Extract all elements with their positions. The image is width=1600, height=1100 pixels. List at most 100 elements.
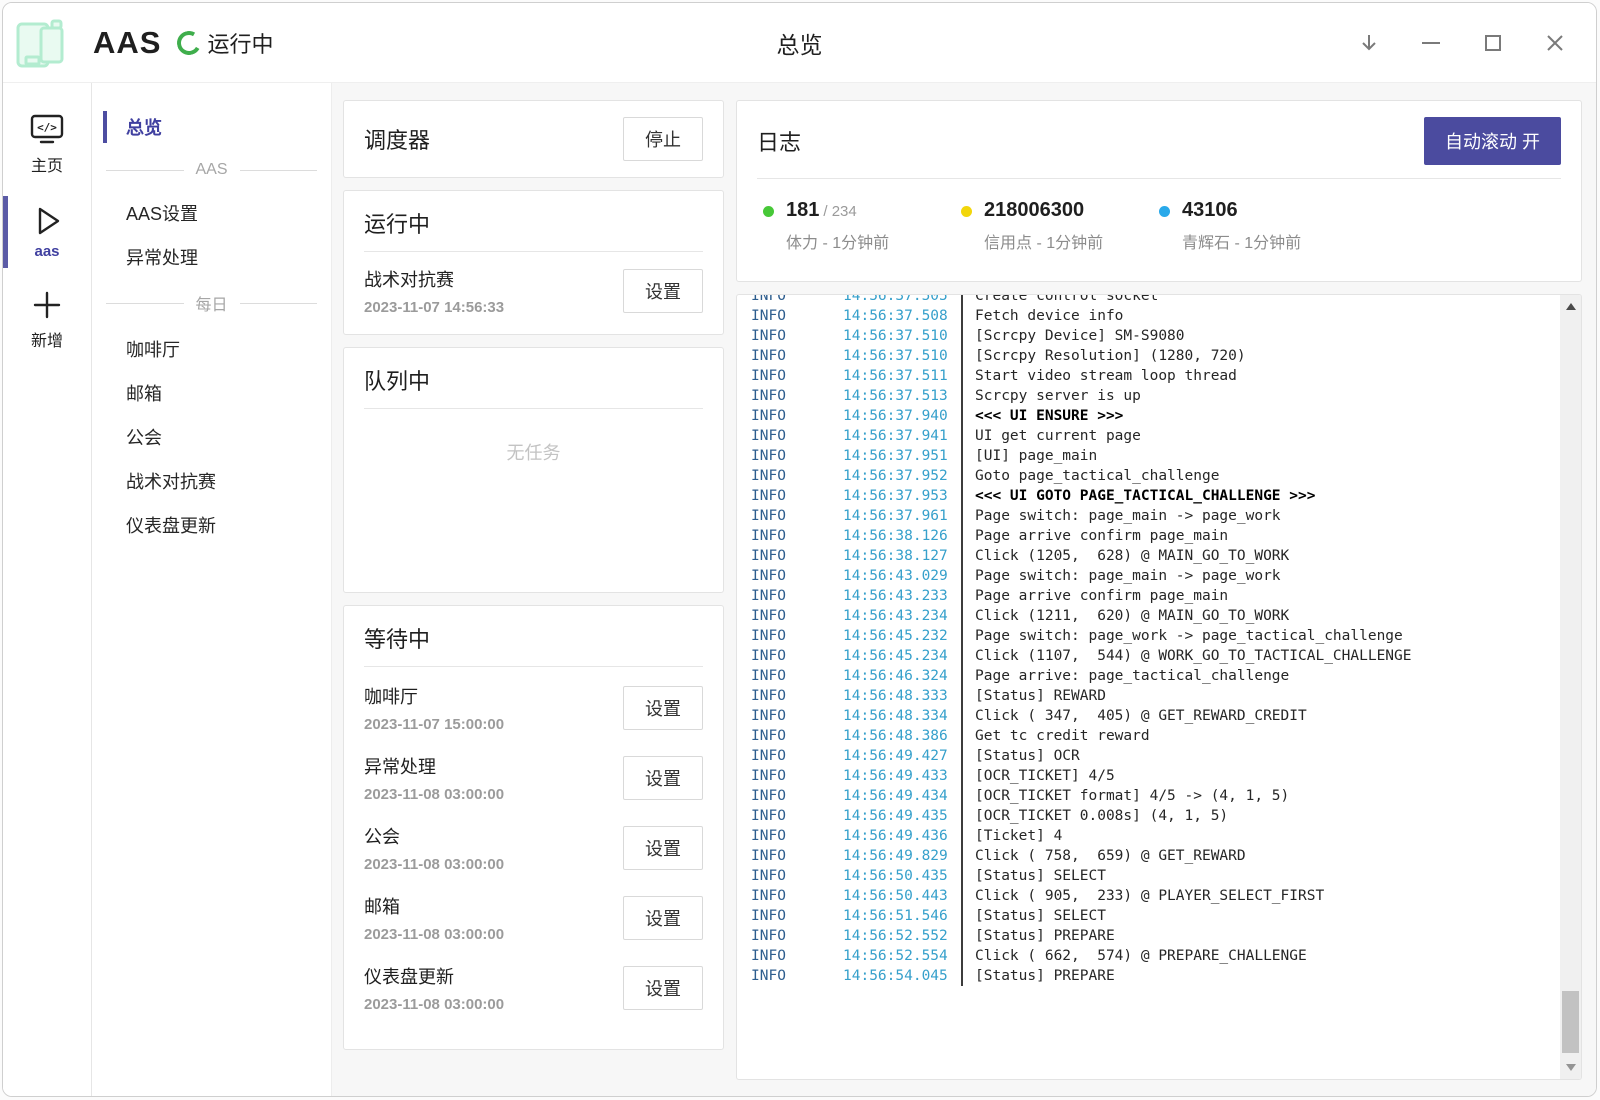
log-line: INFO 14:56:37.510 [Scrcpy Device] SM-S90…: [751, 326, 1541, 346]
nav-item[interactable]: 咖啡厅: [92, 327, 331, 371]
queued-card: 队列中 无任务: [343, 347, 724, 593]
task-name: 邮箱: [364, 893, 504, 919]
nav-item-overview[interactable]: 总览: [92, 105, 331, 149]
log-timestamp: 14:56:50.443: [843, 886, 961, 906]
running-status-label: 运行中: [207, 27, 273, 59]
log-timestamp: 14:56:38.127: [843, 546, 961, 566]
app-body: </> 主页 aas 新增 总览: [3, 83, 1596, 1096]
rail-item-home[interactable]: </> 主页: [3, 107, 91, 182]
minimize-icon: [1422, 42, 1440, 44]
log-timestamp: 14:56:43.234: [843, 606, 961, 626]
nav-item[interactable]: 仪表盘更新: [92, 503, 331, 547]
task-info: 邮箱 2023-11-08 03:00:00: [364, 893, 504, 943]
waiting-task-row: 咖啡厅 2023-11-07 15:00:00 设置: [344, 673, 723, 743]
log-message: Start video stream loop thread: [961, 366, 1237, 386]
log-level: INFO: [751, 906, 843, 926]
log-timestamp: 14:56:46.324: [843, 666, 961, 686]
log-line: INFO 14:56:37.510 [Scrcpy Resolution] (1…: [751, 346, 1541, 366]
log-timestamp: 14:56:49.433: [843, 766, 961, 786]
stop-button[interactable]: 停止: [623, 117, 703, 161]
log-line: INFO 14:56:49.427 [Status] OCR: [751, 746, 1541, 766]
queued-title: 队列中: [364, 364, 430, 396]
waiting-task-row: 仪表盘更新 2023-11-08 03:00:00 设置: [344, 953, 723, 1023]
log-timestamp: 14:56:48.334: [843, 706, 961, 726]
stat-item: 218006300 信用点 - 1分钟前: [961, 199, 1159, 253]
rail-item-add[interactable]: 新增: [3, 282, 91, 357]
scheduler-card: 调度器 停止: [343, 100, 724, 178]
task-settings-button[interactable]: 设置: [623, 686, 703, 730]
log-level: INFO: [751, 446, 843, 466]
task-settings-button[interactable]: 设置: [623, 269, 703, 313]
log-timestamp: 14:56:52.552: [843, 926, 961, 946]
log-level: INFO: [751, 666, 843, 686]
stat-dot-icon: [763, 206, 774, 217]
log-line: INFO 14:56:51.546 [Status] SELECT: [751, 906, 1541, 926]
stat-total: / 234: [823, 203, 856, 220]
running-card: 运行中 战术对抗赛 2023-11-07 14:56:33 设置: [343, 190, 724, 335]
log-line: INFO 14:56:46.324 Page arrive: page_tact…: [751, 666, 1541, 686]
log-level: INFO: [751, 346, 843, 366]
log-message: [Status] OCR: [961, 746, 1080, 766]
log-header-card: 日志 自动滚动 开 181/ 234 体力 - 1分钟前: [736, 100, 1582, 282]
log-timestamp: 14:56:49.829: [843, 846, 961, 866]
log-level: INFO: [751, 706, 843, 726]
task-info: 公会 2023-11-08 03:00:00: [364, 823, 504, 873]
nav-item-label: 邮箱: [126, 384, 162, 404]
log-message: Click ( 905, 233) @ PLAYER_SELECT_FIRST: [961, 886, 1324, 906]
log-message: Get tc credit reward: [961, 726, 1150, 746]
log-message: Page switch: page_work -> page_tactical_…: [961, 626, 1403, 646]
log-line: INFO 14:56:45.232 Page switch: page_work…: [751, 626, 1541, 646]
maximize-button[interactable]: [1480, 30, 1506, 56]
task-settings-button[interactable]: 设置: [623, 896, 703, 940]
rail-item-aas[interactable]: aas: [3, 198, 91, 266]
scroll-down-icon[interactable]: [1566, 1064, 1576, 1071]
log-level: INFO: [751, 806, 843, 826]
log-level: INFO: [751, 486, 843, 506]
nav-item[interactable]: 异常处理: [92, 235, 331, 279]
nav-item-label: 咖啡厅: [126, 340, 180, 360]
stat-item: 43106 青辉石 - 1分钟前: [1159, 199, 1357, 253]
task-settings-button[interactable]: 设置: [623, 966, 703, 1010]
log-line: INFO 14:56:54.045 [Status] PREPARE: [751, 966, 1541, 986]
log-scrollbar[interactable]: [1560, 295, 1581, 1079]
log-timestamp: 14:56:37.508: [843, 306, 961, 326]
log-line: INFO 14:56:49.433 [OCR_TICKET] 4/5: [751, 766, 1541, 786]
stat-item: 181/ 234 体力 - 1分钟前: [763, 199, 961, 253]
nav-item[interactable]: 邮箱: [92, 371, 331, 415]
log-message: Page arrive confirm page_main: [961, 586, 1228, 606]
download-arrow-button[interactable]: [1356, 30, 1382, 56]
nav-item[interactable]: AAS设置: [92, 191, 331, 235]
log-level: INFO: [751, 606, 843, 626]
waiting-task-list: 咖啡厅 2023-11-07 15:00:00 设置 异常处理 2023-11-…: [344, 667, 723, 1023]
autoscroll-toggle-button[interactable]: 自动滚动 开: [1424, 117, 1561, 165]
stat-label: 信用点 - 1分钟前: [984, 229, 1103, 253]
close-button[interactable]: [1542, 30, 1568, 56]
running-title: 运行中: [364, 207, 430, 239]
scroll-thumb[interactable]: [1562, 991, 1579, 1053]
task-settings-button[interactable]: 设置: [623, 826, 703, 870]
nav-item[interactable]: 战术对抗赛: [92, 459, 331, 503]
log-message: Create control socket: [961, 294, 1158, 306]
log-message: Click (1205, 628) @ MAIN_GO_TO_WORK: [961, 546, 1289, 566]
log-timestamp: 14:56:48.386: [843, 726, 961, 746]
log-message: [UI] page_main: [961, 446, 1097, 466]
task-settings-button[interactable]: 设置: [623, 756, 703, 800]
log-level: INFO: [751, 866, 843, 886]
log-level: INFO: [751, 886, 843, 906]
log-level: INFO: [751, 686, 843, 706]
nav-group-divider-aas: AAS: [106, 161, 317, 179]
scroll-up-icon[interactable]: [1566, 303, 1576, 310]
log-level: INFO: [751, 306, 843, 326]
nav-item-label: 战术对抗赛: [126, 472, 216, 492]
svg-text:</>: </>: [37, 121, 57, 134]
log-timestamp: 14:56:37.951: [843, 446, 961, 466]
task-name: 仪表盘更新: [364, 963, 504, 989]
minimize-button[interactable]: [1418, 30, 1444, 56]
stat-value: 43106: [1182, 199, 1238, 221]
log-message: Click ( 758, 659) @ GET_REWARD: [961, 846, 1246, 866]
autoscroll-label: 自动滚动: [1445, 132, 1517, 152]
nav-group-divider-daily: 每日: [106, 291, 317, 315]
nav-item-label: AAS设置: [126, 204, 198, 224]
app-title: AAS: [93, 25, 161, 61]
nav-item[interactable]: 公会: [92, 415, 331, 459]
